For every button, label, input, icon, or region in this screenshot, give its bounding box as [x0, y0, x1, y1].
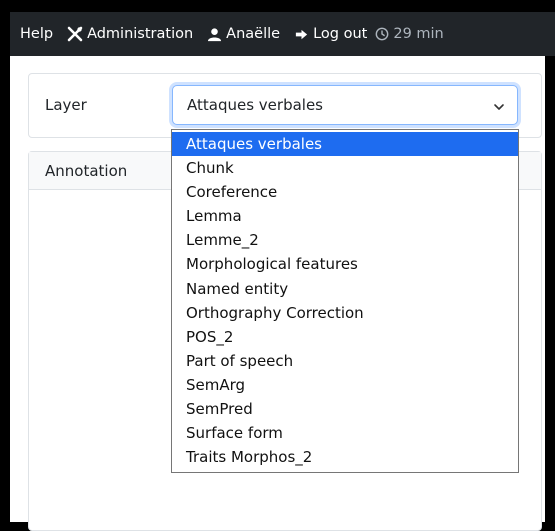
help-link[interactable]: Help: [20, 26, 53, 42]
logout-link[interactable]: Log out: [294, 26, 367, 42]
layer-option[interactable]: Part of speech: [172, 349, 518, 373]
layer-option[interactable]: Traits Morphos_2: [172, 445, 518, 469]
user-icon: [207, 27, 222, 42]
layer-dropdown-list[interactable]: Attaques verbales Chunk Coreference Lemm…: [171, 129, 519, 473]
layer-option[interactable]: Attaques verbales: [172, 132, 518, 157]
layer-option[interactable]: SemPred: [172, 397, 518, 421]
user-profile-link[interactable]: Anaëlle: [207, 26, 280, 42]
layer-option[interactable]: Orthography Correction: [172, 301, 518, 325]
help-label: Help: [20, 26, 54, 42]
layer-option[interactable]: Chunk: [172, 156, 518, 180]
logout-label: Log out: [313, 26, 368, 42]
layer-option[interactable]: Named entity: [172, 277, 518, 301]
annotation-title: Annotation: [45, 161, 128, 180]
layer-select[interactable]: Attaques verbales: [172, 85, 518, 125]
clock-icon: [375, 27, 389, 41]
timer-value: 29 min: [393, 26, 444, 42]
tools-icon: [67, 26, 83, 42]
sign-out-icon: [294, 27, 309, 42]
top-navbar: Help Administration Anaëlle Log out 29 m…: [10, 12, 555, 56]
layer-option[interactable]: SemArg: [172, 373, 518, 397]
screen-frame: Help Administration Anaëlle Log out 29 m…: [0, 0, 555, 531]
layer-select-value: Attaques verbales: [187, 96, 323, 114]
administration-label: Administration: [87, 26, 194, 42]
layer-option[interactable]: Lemma: [172, 204, 518, 228]
layer-option[interactable]: Surface form: [172, 421, 518, 445]
layer-option[interactable]: POS_2: [172, 325, 518, 349]
layer-label: Layer: [45, 96, 87, 114]
session-timer: 29 min: [375, 26, 444, 42]
layer-option[interactable]: Lemme_2: [172, 228, 518, 252]
layer-option[interactable]: Morphological features: [172, 252, 518, 276]
main-content: Layer Attaques verbales Annotation Attaq…: [10, 56, 545, 531]
layer-option[interactable]: Coreference: [172, 180, 518, 204]
chevron-down-icon: [493, 99, 505, 117]
user-name: Anaëlle: [226, 26, 281, 42]
administration-link[interactable]: Administration: [67, 26, 193, 42]
